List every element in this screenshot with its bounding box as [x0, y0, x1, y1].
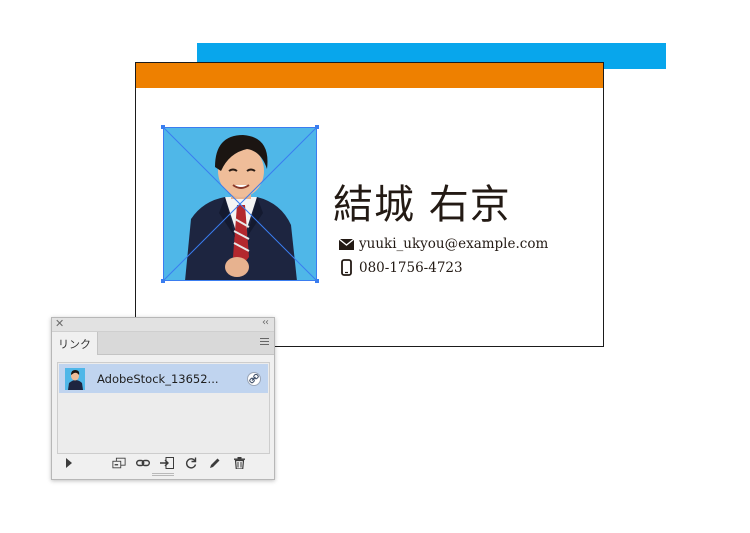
card-phone: 080-1756-4723	[359, 259, 463, 276]
tab-links[interactable]: リンク	[52, 332, 98, 355]
links-list: AdobeStock_13652...	[57, 362, 270, 454]
close-icon[interactable]: ✕	[55, 317, 64, 330]
envelope-icon	[338, 238, 354, 250]
relink-from-cc-library-icon[interactable]	[112, 456, 126, 470]
panel-menu-icon[interactable]	[260, 338, 269, 346]
collapse-panel-icon[interactable]: ‹‹	[262, 317, 269, 328]
panel-resize-grip[interactable]	[152, 473, 174, 478]
edit-original-icon[interactable]	[208, 456, 222, 470]
selection-handle-top-left[interactable]	[161, 125, 165, 129]
card-orange-header-bar	[136, 63, 603, 88]
show-import-options-icon[interactable]	[62, 456, 76, 470]
image-frame-selection[interactable]	[161, 125, 319, 283]
links-toolbar	[52, 455, 274, 473]
card-email-row: yuuki_ukyou@example.com	[338, 236, 548, 252]
list-item[interactable]: AdobeStock_13652...	[59, 364, 268, 393]
card-name: 結城 右京	[333, 182, 511, 228]
selection-handle-bottom-right[interactable]	[315, 279, 319, 283]
card-phone-row: 080-1756-4723	[338, 259, 463, 276]
panel-title-bar[interactable]	[52, 318, 274, 332]
relink-icon[interactable]	[136, 456, 150, 470]
card-email: yuuki_ukyou@example.com	[359, 236, 549, 252]
links-panel: ✕ ‹‹ リンク AdobeStock_13652...	[51, 317, 275, 480]
selection-handle-bottom-left[interactable]	[161, 279, 165, 283]
link-icon	[247, 371, 261, 386]
smartphone-icon	[338, 259, 354, 276]
link-file-name: AdobeStock_13652...	[97, 371, 219, 386]
update-link-icon[interactable]	[184, 456, 198, 470]
link-thumbnail	[65, 367, 85, 390]
selection-handle-top-right[interactable]	[315, 125, 319, 129]
go-to-link-icon[interactable]	[160, 456, 174, 470]
delete-icon[interactable]	[232, 456, 246, 470]
